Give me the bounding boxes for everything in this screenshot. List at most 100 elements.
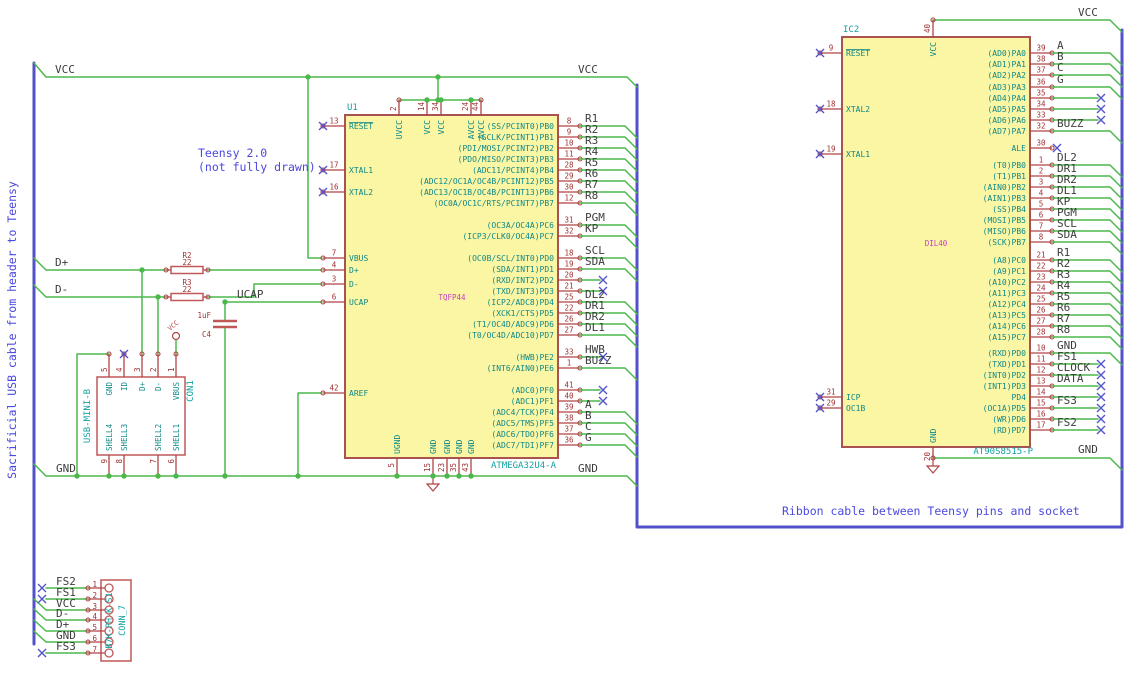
pin-number: 5 <box>92 623 97 632</box>
pin-name: (ADC1)PF1 <box>511 397 555 406</box>
pin-number: 5 <box>1039 200 1044 209</box>
junction-dot <box>424 97 430 103</box>
pin-number: 15 <box>1036 399 1045 408</box>
pin-name: (INT1)PD3 <box>983 382 1027 391</box>
no-connect-x <box>37 594 47 604</box>
pin-number: 5 <box>387 463 396 468</box>
pin-name: (T1)PB1 <box>992 172 1026 181</box>
pin-number: 40 <box>923 23 932 33</box>
net-label: VCC <box>1078 6 1098 19</box>
junction-dot <box>295 473 301 479</box>
pin-name: GND <box>105 382 114 396</box>
ic-value: ATMEGA32U4-A <box>491 461 557 471</box>
pin-number: 23 <box>437 463 446 472</box>
pin-name: D+ <box>349 266 359 275</box>
pin-name: (HWB)PE2 <box>515 353 554 362</box>
pin-number: 16 <box>329 183 339 192</box>
pin-number: 25 <box>564 293 573 302</box>
net-label: G <box>1057 73 1064 86</box>
pin-name: (AD7)PA7 <box>987 127 1026 136</box>
pin-number: 2 <box>1039 167 1044 176</box>
pin-number: 21 <box>1036 251 1045 260</box>
vcc-power-label: VCC <box>166 319 180 333</box>
pin-number: 32 <box>1036 122 1045 131</box>
pin-name: (AIN1)PB3 <box>983 194 1027 203</box>
pin-number: 17 <box>1036 421 1045 430</box>
ic-footprint: TQFP44 <box>438 293 466 302</box>
pin-name: (WR)PD6 <box>992 415 1026 424</box>
junction-dot <box>394 473 400 479</box>
pin-name: (SS)PB4 <box>992 205 1026 214</box>
wire <box>932 457 1123 471</box>
pin-number: 1 <box>567 359 572 368</box>
pin-name: (TXD/INT3)PD3 <box>491 287 554 296</box>
wire <box>579 367 638 381</box>
pin-name: (A15)PC7 <box>987 333 1026 342</box>
pin-name: OC1B <box>846 404 865 413</box>
pin-number: 34 <box>431 101 440 111</box>
junction-dot <box>435 97 441 103</box>
pin-name: (AD1)PA1 <box>987 60 1026 69</box>
ic-reference: IC2 <box>843 25 859 35</box>
pin-number: 39 <box>564 403 573 412</box>
pin-number: 31 <box>564 216 573 225</box>
pin-name: (MOSI)PB5 <box>983 216 1027 225</box>
pin-number: 41 <box>564 381 573 390</box>
net-label: R8 <box>1057 323 1070 336</box>
pin-number: 3 <box>92 602 97 611</box>
pin-number: 6 <box>167 459 176 464</box>
pin-number: 25 <box>1036 295 1045 304</box>
pin-number: 6 <box>332 293 337 302</box>
pin-name: (RXD/INT2)PD2 <box>491 276 554 285</box>
pin-number: 3 <box>332 275 337 284</box>
wire <box>33 284 167 298</box>
pin-name: (RXD)PD0 <box>987 349 1026 358</box>
pin-number: 2 <box>149 367 158 372</box>
pin-number: 21 <box>564 282 573 291</box>
wire <box>1051 86 1123 100</box>
pin-name: ICP <box>846 393 861 402</box>
pin-name: (AD3)PA3 <box>987 83 1026 92</box>
pin-number: 13 <box>329 117 338 126</box>
pin-number: 5 <box>100 367 109 372</box>
junction-dot <box>468 473 474 479</box>
net-label: UCAP <box>237 288 264 301</box>
pin-number: 33 <box>1036 111 1045 120</box>
pin-number: 7 <box>92 645 97 654</box>
pin-name: (A14)PC6 <box>987 322 1026 331</box>
pin-number: 15 <box>423 463 432 472</box>
pin-name: PD4 <box>1012 393 1027 402</box>
pin-name: (XCK1/CTS)PD5 <box>491 309 554 318</box>
pin-number: 9 <box>100 459 109 464</box>
pin-name: VBUS <box>349 254 368 263</box>
conn7-reference: CONN_7 <box>118 605 128 636</box>
net-label: VCC <box>55 63 75 76</box>
junction-dot <box>444 473 450 479</box>
pin-number: 26 <box>1036 306 1046 315</box>
pin-name: (T0)PB0 <box>992 161 1026 170</box>
pin-name: (AD5)PA5 <box>987 105 1026 114</box>
pin-number: 35 <box>449 463 458 472</box>
net-label: DL1 <box>585 321 605 334</box>
pin-number: 24 <box>461 101 470 111</box>
wire <box>297 392 323 477</box>
pin-name: GND <box>443 439 452 454</box>
junction-dot <box>106 473 112 479</box>
pin-number: 29 <box>564 172 573 181</box>
junction-dot <box>155 473 161 479</box>
pin-number: 8 <box>115 459 124 464</box>
pin-number: 26 <box>564 315 574 324</box>
pin-number: 9 <box>567 128 572 137</box>
pin-name: GND <box>429 439 438 454</box>
junction-dot <box>222 299 228 305</box>
net-label: FS2 <box>1057 416 1077 429</box>
pin-name: (OC0B/SCL/INT0)PD0 <box>467 254 554 263</box>
ic-footprint: DIL40 <box>925 239 948 248</box>
pin-number: 22 <box>564 304 573 313</box>
resistor-R3 <box>170 292 204 302</box>
pin-number: 16 <box>1036 410 1046 419</box>
pin-number: 6 <box>1039 211 1044 220</box>
pin-name: (PDO/MISO/PCINT3)PB3 <box>458 155 555 164</box>
pin-name: (T1/OC4D/ADC9)PD6 <box>472 320 554 329</box>
pin-number: 36 <box>564 436 574 445</box>
